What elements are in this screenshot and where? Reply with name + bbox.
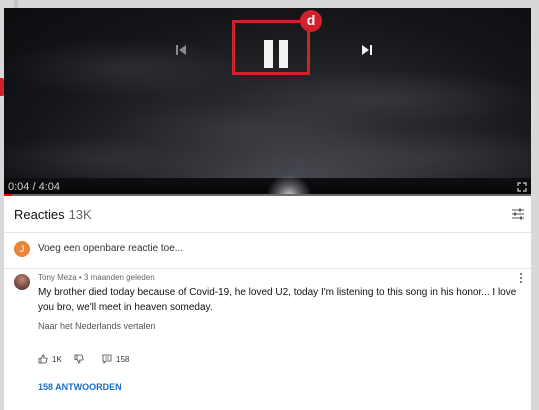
tablet-frame: 0:04 / 4:04 d Reacties 13K J Voeg een op… (0, 0, 539, 410)
comments-title-label: Reacties (14, 207, 65, 222)
comments-panel: Reacties 13K J Voeg een openbare reactie … (4, 196, 531, 410)
comments-title: Reacties 13K (14, 207, 92, 222)
add-comment-row[interactable]: J Voeg een openbare reactie toe... (4, 232, 531, 269)
comment-item: Tony Meza • 3 maanden geleden My brother… (4, 268, 531, 410)
thumbs-up-icon (38, 354, 48, 364)
time-display: 0:04 / 4:04 (8, 181, 60, 193)
comment-author-meta: Tony Meza • 3 maanden geleden (38, 273, 155, 282)
reply-count: 158 (116, 354, 130, 364)
reply-button[interactable]: 158 (102, 354, 129, 364)
more-options-icon[interactable] (519, 272, 523, 284)
highlight-box (232, 20, 310, 75)
like-button[interactable]: 1K (38, 354, 62, 364)
dislike-button[interactable] (74, 354, 84, 364)
previous-icon[interactable] (174, 43, 188, 57)
next-icon[interactable] (360, 43, 374, 57)
translate-link[interactable]: Naar het Nederlands vertalen (38, 321, 156, 331)
reply-comment-icon (102, 354, 112, 364)
comments-header: Reacties 13K (4, 196, 531, 233)
comments-count: 13K (68, 207, 92, 222)
user-avatar: J (14, 241, 30, 257)
fullscreen-icon[interactable] (517, 182, 527, 192)
add-comment-input[interactable]: Voeg een openbare reactie toe... (38, 243, 183, 254)
annotation-badge: d (300, 10, 322, 32)
view-replies-link[interactable]: 158 ANTWOORDEN (38, 382, 122, 392)
screen: 0:04 / 4:04 d Reacties 13K J Voeg een op… (0, 0, 539, 410)
commenter-avatar[interactable] (14, 274, 30, 290)
comment-text: My brother died today because of Covid-1… (38, 287, 517, 313)
sort-filter-icon[interactable] (511, 207, 525, 221)
like-count: 1K (52, 354, 62, 364)
thumbs-down-icon (74, 354, 84, 364)
